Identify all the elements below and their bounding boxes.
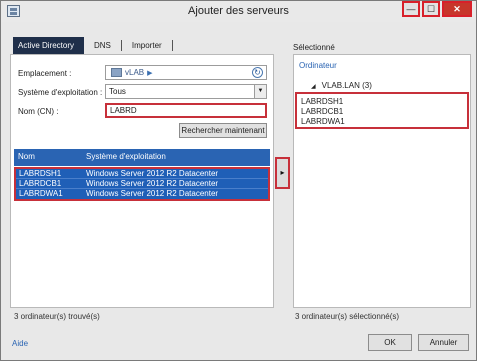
tab-active-directory[interactable]: Active Directory — [13, 37, 84, 54]
table-row[interactable]: LABRDSH1 Windows Server 2012 R2 Datacent… — [16, 169, 268, 179]
os-selected-value: Tous — [109, 87, 126, 96]
name-input[interactable]: LABRD — [105, 103, 267, 118]
row-os: Windows Server 2012 R2 Datacenter — [86, 179, 219, 188]
location-value: vLAB — [125, 68, 145, 77]
selected-count: 3 ordinateur(s) sélectionné(s) — [295, 312, 400, 321]
maximize-button[interactable]: ☐ — [422, 1, 440, 17]
table-row[interactable]: LABRDCB1 Windows Server 2012 R2 Datacent… — [16, 179, 268, 189]
location-label: Emplacement : — [18, 69, 72, 78]
row-os: Windows Server 2012 R2 Datacenter — [86, 169, 219, 178]
tab-dns[interactable]: DNS — [84, 37, 121, 54]
tab-importer[interactable]: Importer — [122, 37, 172, 54]
title-bar: Ajouter des serveurs — ☐ ✕ — [1, 1, 476, 22]
collapse-icon[interactable]: ◢ — [311, 84, 316, 90]
tab-divider — [171, 40, 173, 51]
name-input-value: LABRD — [110, 106, 137, 115]
expand-arrow-icon: ▶ — [147, 70, 153, 77]
tab-bar: Active Directory DNS Importer — [13, 37, 173, 54]
add-servers-dialog: Ajouter des serveurs — ☐ ✕ Active Direct… — [0, 0, 477, 361]
os-select[interactable]: Tous ▼ — [105, 84, 267, 99]
name-label: Nom (CN) : — [18, 107, 59, 116]
location-field[interactable]: vLAB ▶ ↻ — [105, 65, 267, 80]
row-name: LABRDWA1 — [19, 189, 63, 198]
list-item[interactable]: LABRDWA1 — [301, 117, 345, 126]
list-item[interactable]: LABRDCB1 — [301, 107, 343, 116]
domain-icon — [111, 68, 122, 78]
row-name: LABRDSH1 — [19, 169, 62, 178]
list-item[interactable]: LABRDSH1 — [301, 97, 343, 106]
selected-list: LABRDSH1 LABRDCB1 LABRDWA1 — [295, 92, 469, 129]
found-count: 3 ordinateur(s) trouvé(s) — [14, 312, 100, 321]
help-link[interactable]: Aide — [12, 339, 28, 348]
row-os: Windows Server 2012 R2 Datacenter — [86, 189, 219, 198]
computer-column-header[interactable]: Ordinateur — [299, 61, 337, 70]
selected-title: Sélectionné — [293, 43, 335, 52]
results-header: Nom Système d'exploitation — [14, 149, 270, 166]
domain-group-node[interactable]: ◢ VLAB.LAN (3) — [311, 81, 372, 90]
domain-group-label: VLAB.LAN (3) — [321, 81, 372, 90]
column-header-name[interactable]: Nom — [18, 152, 35, 161]
maximize-icon: ☐ — [426, 4, 436, 14]
minimize-button[interactable]: — — [402, 1, 420, 17]
row-name: LABRDCB1 — [19, 179, 62, 188]
column-header-os[interactable]: Système d'exploitation — [86, 152, 166, 161]
arrow-right-icon: ▸ — [280, 168, 285, 177]
search-now-button[interactable]: Rechercher maintenant — [179, 123, 267, 138]
os-label: Système d'exploitation : — [18, 88, 103, 97]
ok-button[interactable]: OK — [368, 334, 412, 351]
cancel-button[interactable]: Annuler — [418, 334, 469, 351]
add-to-selection-button[interactable]: ▸ — [275, 157, 290, 189]
chevron-down-icon[interactable]: ▼ — [254, 85, 266, 98]
results-list: LABRDSH1 Windows Server 2012 R2 Datacent… — [14, 167, 270, 201]
refresh-icon[interactable]: ↻ — [252, 67, 263, 78]
close-icon: ✕ — [453, 4, 461, 14]
close-button[interactable]: ✕ — [442, 1, 472, 17]
minimize-icon: — — [406, 4, 416, 14]
table-row[interactable]: LABRDWA1 Windows Server 2012 R2 Datacent… — [16, 189, 268, 199]
